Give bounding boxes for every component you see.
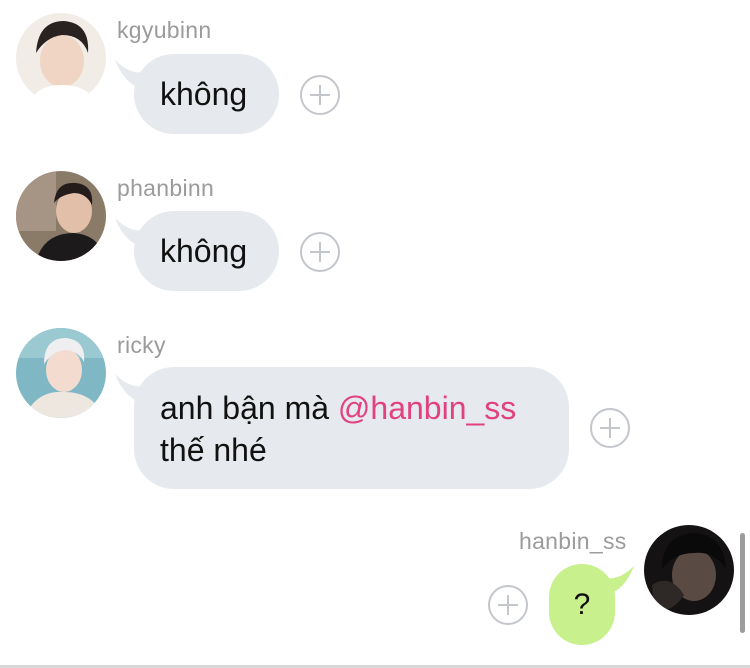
avatar[interactable] [644, 525, 734, 615]
hanbin-avatar [644, 525, 734, 615]
plus-circle-icon[interactable] [488, 585, 528, 625]
message-hanbin-ss: hanbin_ss ? [0, 0, 750, 668]
scrollbar[interactable] [740, 533, 745, 633]
message-bubble[interactable]: ? [549, 564, 615, 645]
message-text: ? [573, 588, 591, 621]
username: hanbin_ss [519, 528, 627, 554]
